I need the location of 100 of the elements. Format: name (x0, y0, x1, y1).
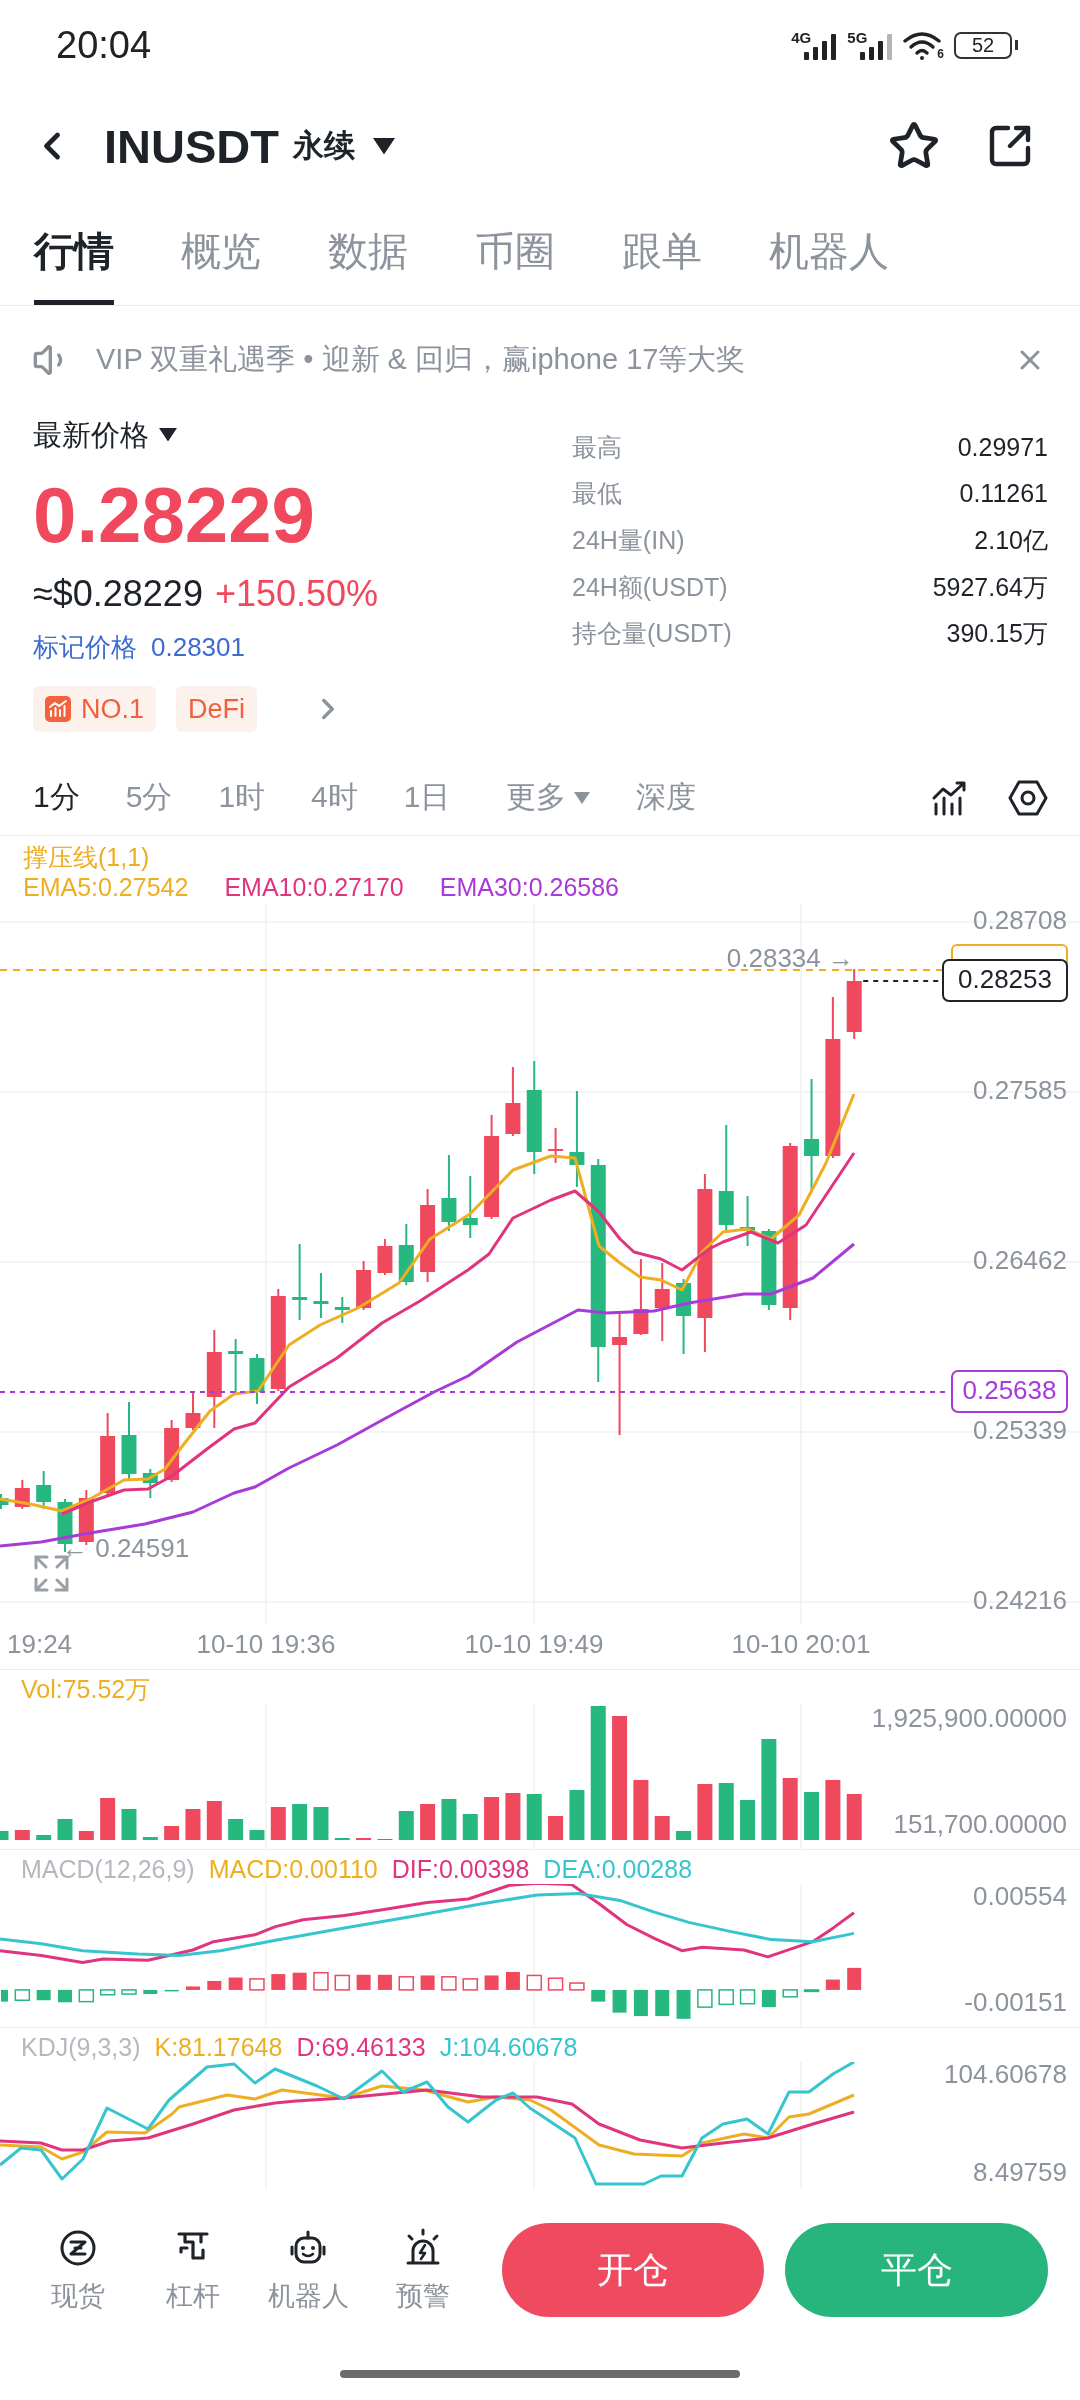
macd-bar (612, 1989, 627, 2013)
macd-bar (14, 1989, 31, 2001)
interval-tab[interactable]: 更多 (506, 777, 591, 818)
price-type-selector[interactable]: 最新价格 (33, 418, 177, 452)
category-tag[interactable]: DeFi (176, 686, 258, 732)
kdj-legend: K:81.17648 (154, 2032, 283, 2062)
axis-label: 0.26462 (973, 1244, 1067, 1275)
volume-legend: Vol:75.52万 (21, 1674, 151, 1704)
macd-bar (505, 1972, 520, 1990)
expand-icon[interactable] (34, 1555, 71, 1592)
macd-bar (825, 1979, 840, 1990)
interval-tab[interactable]: 1时 (218, 777, 266, 818)
volume-bar (185, 1809, 201, 1840)
ema-legend: EMA30:0.26586 (439, 872, 619, 902)
battery-indicator: 52 (954, 31, 1018, 59)
stat-value: 390.15万 (946, 618, 1048, 650)
candle (398, 1223, 414, 1286)
contract-type: 永续 (292, 127, 355, 165)
volume-bar (313, 1807, 329, 1840)
section-tab[interactable]: 机器人 (769, 202, 889, 305)
trade-button[interactable]: 平仓 (785, 2223, 1048, 2317)
status-time: 20:04 (56, 23, 152, 67)
candle (377, 1238, 393, 1276)
section-tab[interactable]: 币圈 (475, 202, 555, 305)
volume-bar (825, 1780, 841, 1840)
stat-value: 0.11261 (959, 479, 1048, 509)
macd-bar (718, 1989, 734, 2006)
candle (313, 1272, 329, 1319)
section-tab[interactable]: 概览 (181, 202, 261, 305)
category-tag[interactable]: NO.1 (33, 686, 157, 732)
axis-label: 1,925,900.00000 (871, 1704, 1067, 1733)
macd-bar (249, 1978, 265, 1991)
symbol-dropdown[interactable] (372, 137, 395, 155)
macd-bar (803, 1989, 820, 1993)
interval-tab[interactable]: 深度 (636, 777, 697, 818)
axis-label: 151,700.00000 (893, 1808, 1067, 1839)
interval-tab[interactable]: 1分 (33, 777, 80, 818)
time-label: 19:24 (7, 1628, 73, 1659)
time-label: 10-10 20:01 (731, 1628, 871, 1659)
volume-bar (0, 1831, 9, 1840)
network-label: 5G (847, 30, 868, 45)
axis-label: 0.25339 (973, 1414, 1067, 1445)
stat-label: 持仓量(USDT) (572, 618, 732, 650)
kdj-legend: J:104.60678 (439, 2032, 578, 2062)
section-tab[interactable]: 数据 (328, 202, 408, 305)
kdj-legend: D:69.46133 (296, 2032, 426, 2062)
volume-bar (505, 1793, 521, 1840)
kdj-legend: KDJ(9,3,3) (21, 2032, 141, 2062)
volume-bar (740, 1800, 756, 1840)
macd-legend: DIF:0.00398 (391, 1854, 530, 1884)
volume-bar (633, 1780, 649, 1840)
macd-bar (761, 1989, 776, 2008)
promo-text: VIP 双重礼遇季 • 迎新 & 回归，赢iphone 17等大奖 (96, 342, 746, 377)
interval-tab[interactable]: 1日 (403, 777, 451, 818)
macd-bar (526, 1974, 542, 1991)
macd-bar (377, 1974, 392, 1990)
price-change: +150.50% (214, 572, 379, 616)
nav-button[interactable]: 机器人 (250, 2228, 366, 2312)
macd-bar (228, 1977, 243, 1990)
macd-bar (420, 1975, 435, 1990)
macd-bar (569, 1982, 585, 1991)
volume-bar (142, 1837, 158, 1840)
volume-bar (718, 1783, 734, 1840)
axis-label: 104.60678 (944, 2062, 1067, 2089)
volume-bar (462, 1814, 478, 1840)
volume-bar (121, 1809, 137, 1840)
time-label: 10-10 19:36 (196, 1628, 336, 1659)
macd-bar (207, 1980, 222, 1990)
indicator-label: 撑压线(1,1) (23, 842, 150, 872)
macd-bar (633, 1989, 648, 2017)
nav-button[interactable]: 杠杆 (135, 2228, 251, 2312)
macd-bar (99, 1989, 116, 1996)
trade-button[interactable]: 开仓 (501, 2223, 765, 2317)
macd-bar (36, 1989, 51, 2001)
candle (548, 1127, 564, 1164)
macd-bar (143, 1989, 158, 1995)
stat-label: 24H额(USDT) (572, 571, 728, 603)
macd-bar (313, 1971, 329, 1991)
interval-tab[interactable]: 5分 (125, 777, 173, 818)
macd-bar (591, 1989, 606, 2002)
mark-price-value: 0.28301 (151, 631, 245, 664)
volume-bar (697, 1784, 713, 1840)
nav-button[interactable]: 预警 (365, 2228, 481, 2312)
section-tab[interactable]: 行情 (34, 202, 114, 305)
volume-bar (526, 1794, 542, 1840)
volume-bar (164, 1826, 180, 1840)
usd-price: ≈$0.28229 (33, 572, 203, 616)
macd-bar (334, 1974, 351, 1991)
candle (846, 968, 862, 1040)
candle (740, 1195, 756, 1247)
macd-bar (847, 1967, 862, 1990)
nav-button[interactable]: 现货 (21, 2228, 136, 2312)
macd-bar (462, 1978, 478, 1991)
axis-label: -0.00151 (964, 1986, 1067, 2017)
candle (185, 1391, 201, 1431)
interval-tab[interactable]: 4时 (311, 777, 358, 818)
macd-bar (164, 1989, 179, 1992)
section-tab[interactable]: 跟单 (622, 202, 702, 305)
axis-label: 0.24216 (973, 1584, 1067, 1615)
level-price-tag: 0.25638 (951, 1370, 1068, 1413)
